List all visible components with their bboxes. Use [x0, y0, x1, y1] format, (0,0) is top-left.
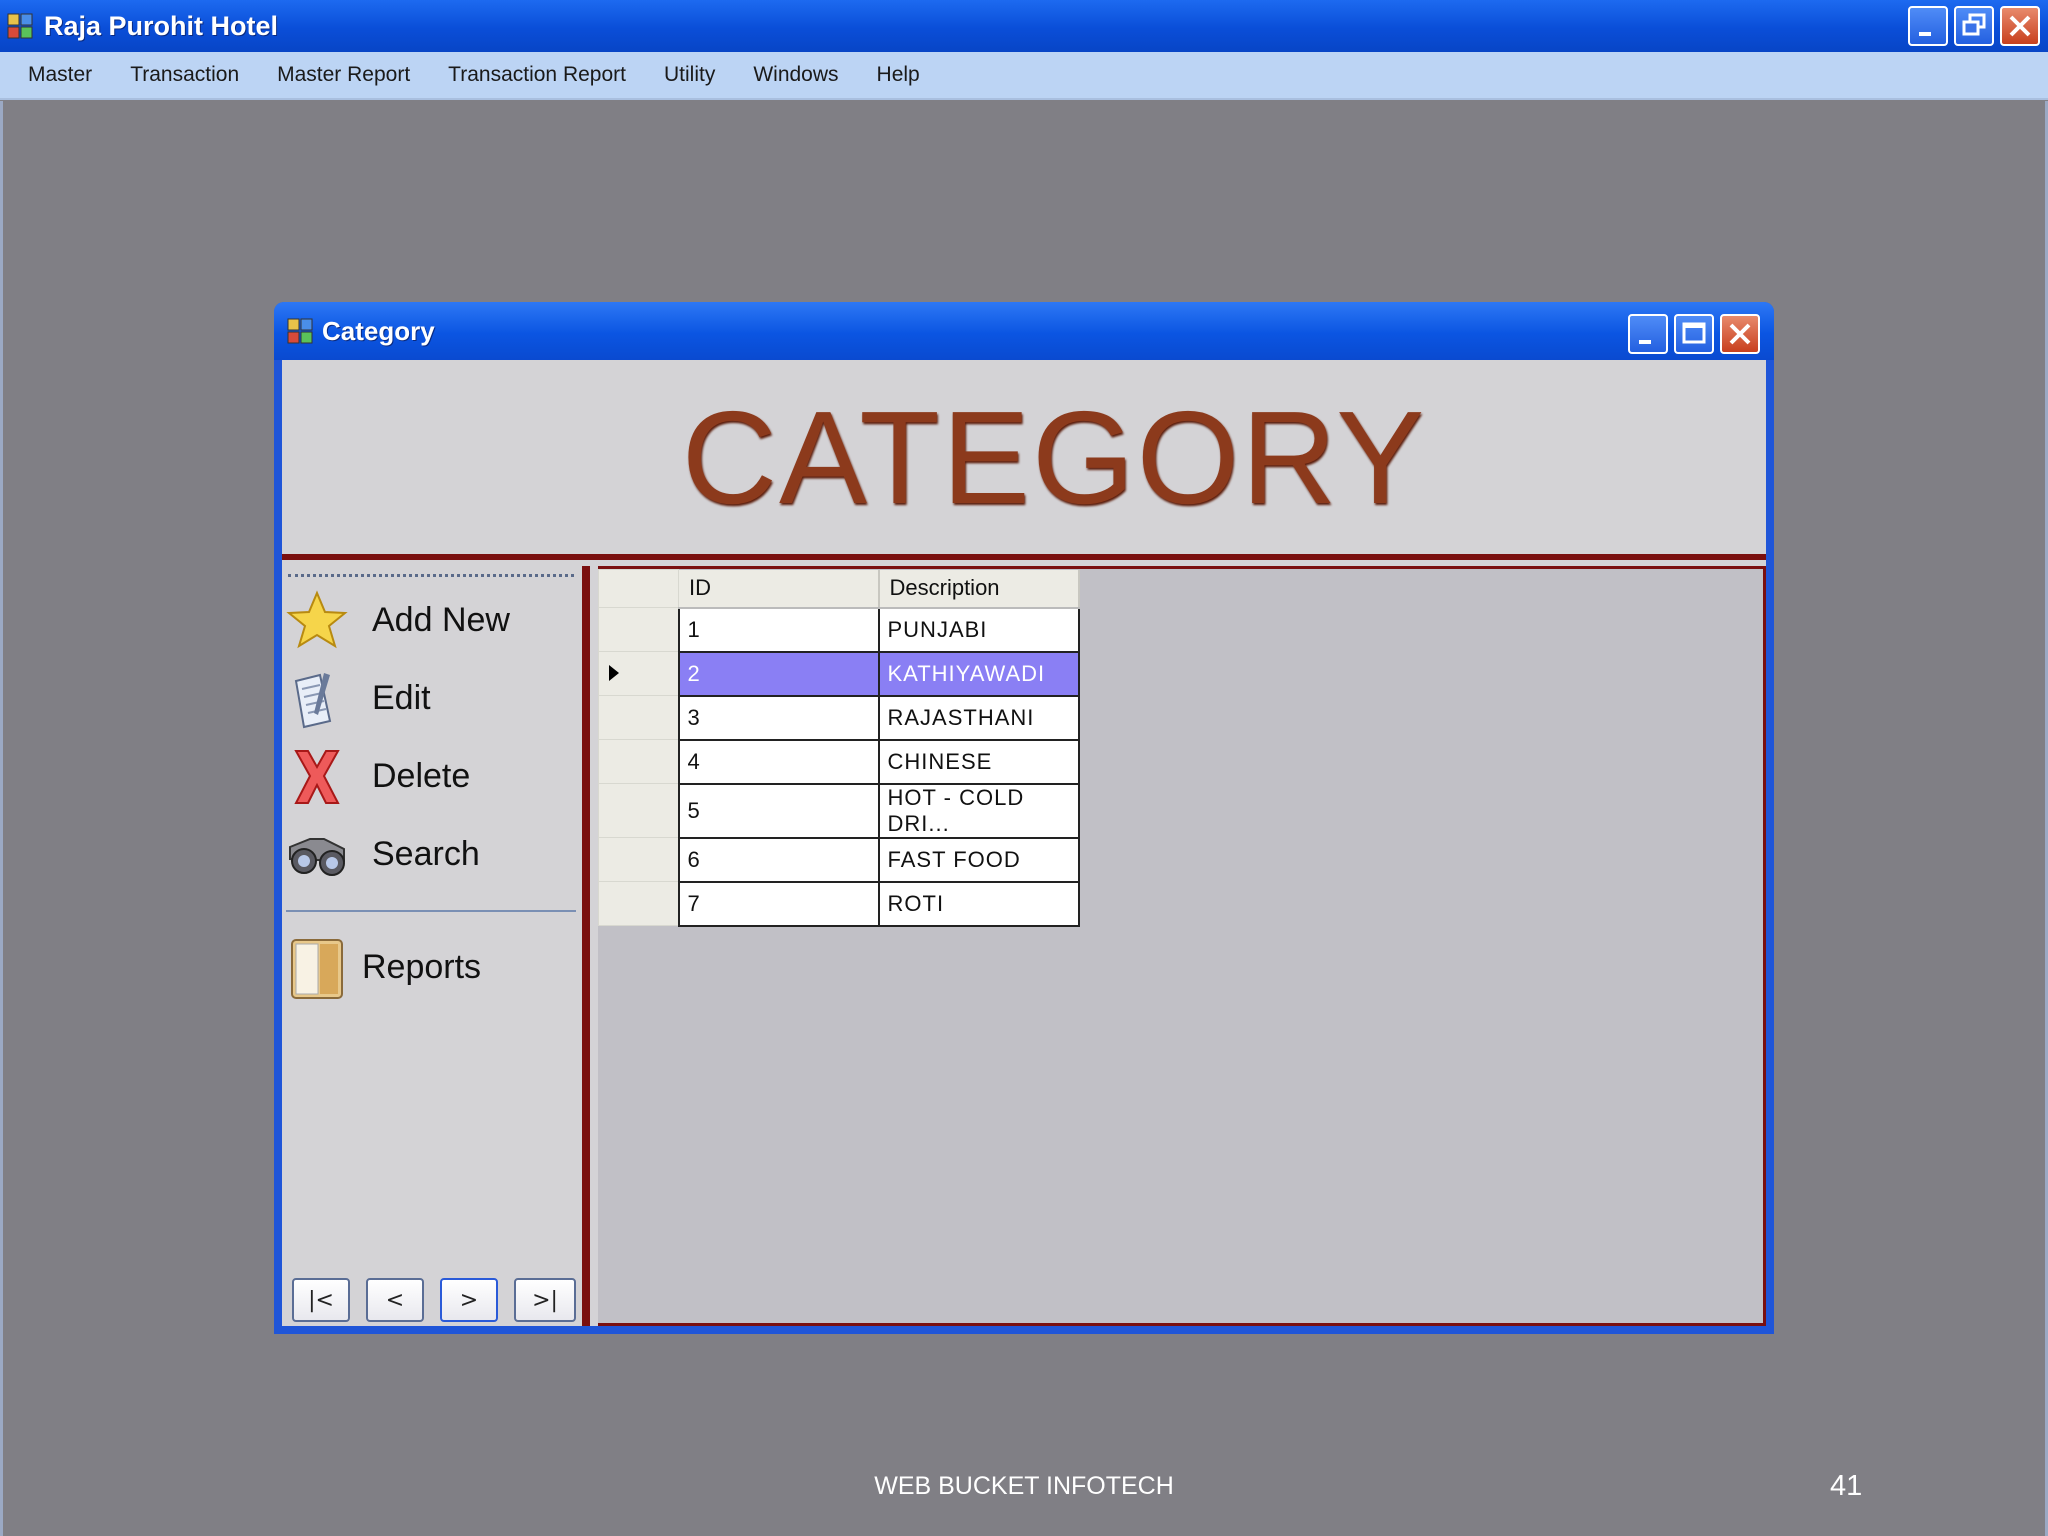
menu-master-report[interactable]: Master Report [258, 51, 429, 99]
delete-x-icon [286, 745, 348, 807]
banner: CATEGORY [282, 360, 1766, 560]
action-panel: Add New Edit Delete Search Reports |< < … [282, 566, 590, 1326]
reports-label: Reports [362, 947, 482, 986]
cell-id[interactable]: 1 [677, 606, 880, 653]
category-window-icon [286, 317, 314, 345]
child-maximize-button[interactable] [1674, 314, 1714, 354]
delete-label: Delete [372, 756, 471, 795]
category-window-title: Category [322, 315, 435, 346]
category-window-titlebar: Category [274, 302, 1774, 360]
cell-id[interactable]: 7 [677, 880, 880, 927]
panel-grip [288, 574, 574, 578]
cell-description[interactable]: RAJASTHANI [877, 694, 1080, 741]
menu-master[interactable]: Master [0, 51, 111, 99]
cell-description[interactable]: PUNJABI [877, 606, 1080, 653]
search-button[interactable]: Search [286, 820, 576, 888]
cell-id[interactable]: 5 [677, 782, 880, 839]
reports-book-icon [286, 936, 348, 999]
binoculars-icon [286, 823, 348, 885]
search-label: Search [372, 834, 480, 873]
table-row[interactable]: 5 HOT - COLD DRI... [598, 782, 1080, 839]
panel-separator [286, 910, 576, 912]
menu-help[interactable]: Help [858, 51, 939, 99]
row-header[interactable] [598, 695, 679, 740]
table-row[interactable]: 7 ROTI [598, 880, 1080, 927]
app-title: Raja Purohit Hotel [44, 10, 279, 41]
column-header-id[interactable]: ID [678, 569, 880, 609]
next-record-button[interactable]: > [440, 1278, 498, 1322]
cell-id[interactable]: 4 [677, 738, 880, 785]
menu-transaction[interactable]: Transaction [111, 51, 258, 99]
table-row[interactable]: 3 RAJASTHANI [598, 694, 1080, 741]
table-row-selected[interactable]: 2 KATHIYAWADI [598, 650, 1080, 697]
first-record-button[interactable]: |< [292, 1278, 350, 1322]
close-button[interactable] [2000, 6, 2040, 46]
last-record-label: >| [532, 1287, 558, 1313]
cell-description[interactable]: CHINESE [877, 738, 1080, 785]
category-grid[interactable]: ID Description 1 PUNJABI 2 KATHIYAWADI 3… [598, 569, 1080, 927]
table-row[interactable]: 4 CHINESE [598, 738, 1080, 785]
cell-description[interactable]: ROTI [877, 880, 1080, 927]
previous-record-button[interactable]: < [366, 1278, 424, 1322]
add-new-button[interactable]: Add New [286, 586, 576, 654]
cell-description[interactable]: FAST FOOD [877, 836, 1080, 883]
previous-record-label: < [385, 1287, 405, 1313]
menu-transaction-report[interactable]: Transaction Report [429, 51, 645, 99]
row-header[interactable] [598, 739, 679, 784]
page-number: 41 [1830, 1470, 1863, 1502]
next-record-label: > [459, 1287, 479, 1313]
app-titlebar: Raja Purohit Hotel [0, 0, 2048, 52]
row-header[interactable] [598, 651, 679, 696]
table-row[interactable]: 1 PUNJABI [598, 606, 1080, 653]
footer-text: WEB BUCKET INFOTECH [874, 1472, 1174, 1500]
edit-button[interactable]: Edit [286, 664, 576, 732]
cell-id[interactable]: 3 [677, 694, 880, 741]
first-record-label: |< [308, 1287, 334, 1313]
cell-description[interactable]: HOT - COLD DRI... [877, 782, 1080, 839]
data-grid-area: ID Description 1 PUNJABI 2 KATHIYAWADI 3… [598, 566, 1766, 1326]
row-header[interactable] [598, 881, 679, 926]
column-header-description[interactable]: Description [878, 569, 1080, 609]
delete-button[interactable]: Delete [286, 742, 576, 810]
app-window-icon [6, 12, 34, 40]
menu-utility[interactable]: Utility [645, 51, 734, 99]
menu-bar: Master Transaction Master Report Transac… [0, 52, 2048, 100]
add-new-label: Add New [372, 600, 510, 639]
minimize-button[interactable] [1908, 6, 1948, 46]
reports-button[interactable]: Reports [286, 930, 576, 1004]
last-record-button[interactable]: >| [514, 1278, 576, 1322]
edit-document-icon [286, 667, 348, 729]
category-window: Category CATEGORY Add New Edit Delete Se… [274, 302, 1774, 1334]
table-row[interactable]: 6 FAST FOOD [598, 836, 1080, 883]
current-row-arrow-icon [609, 664, 619, 681]
row-header-corner [598, 569, 679, 608]
menu-windows[interactable]: Windows [734, 51, 857, 99]
category-window-body: CATEGORY Add New Edit Delete Search Repo… [282, 360, 1766, 1326]
cell-id[interactable]: 2 [677, 650, 880, 697]
row-header[interactable] [598, 607, 679, 652]
restore-button[interactable] [1954, 6, 1994, 46]
star-icon [286, 589, 348, 651]
row-header[interactable] [598, 783, 679, 838]
edit-label: Edit [372, 678, 431, 717]
child-minimize-button[interactable] [1628, 314, 1668, 354]
child-close-button[interactable] [1720, 314, 1760, 354]
banner-title: CATEGORY [681, 383, 1427, 531]
cell-description[interactable]: KATHIYAWADI [877, 650, 1080, 697]
grid-header-row: ID Description [598, 569, 1080, 609]
row-header[interactable] [598, 837, 679, 882]
cell-id[interactable]: 6 [677, 836, 880, 883]
